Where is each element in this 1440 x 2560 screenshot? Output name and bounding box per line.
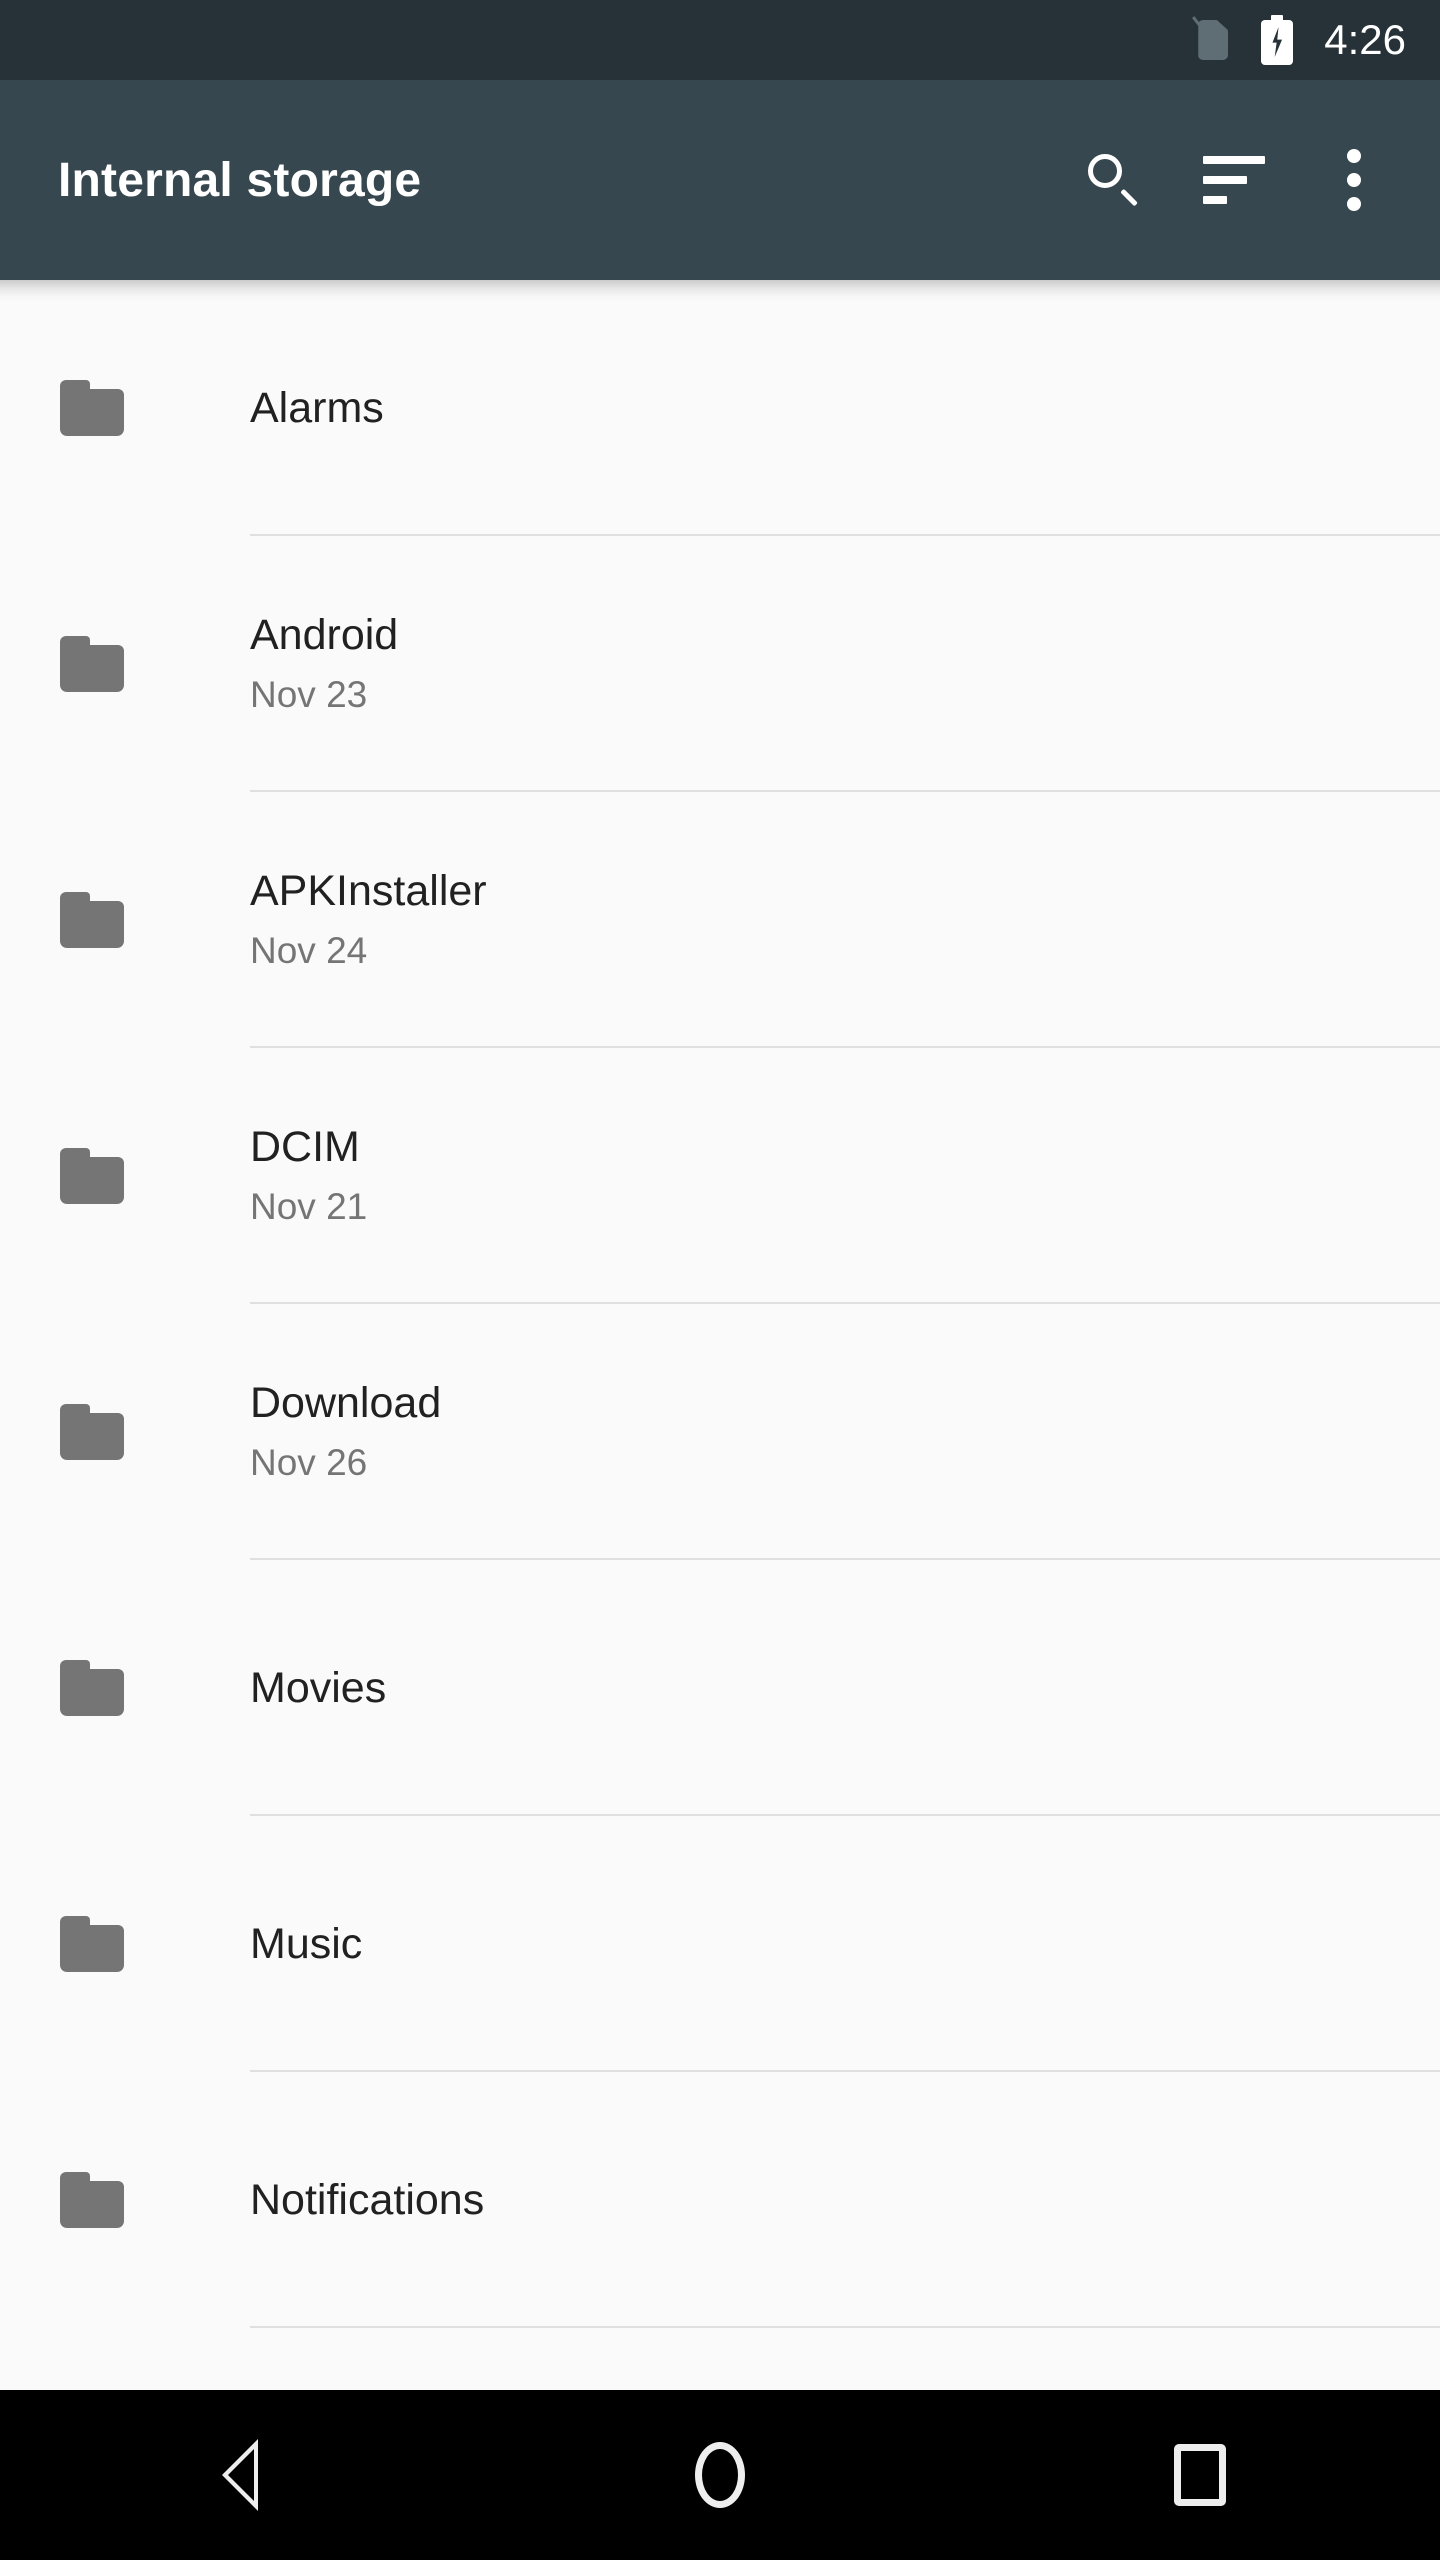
- list-item-icon-slot: [0, 636, 250, 692]
- list-item[interactable]: DCIM Nov 21: [0, 1048, 1440, 1304]
- nav-back-button[interactable]: [0, 2390, 480, 2560]
- android-file-manager-screen: 4:26 Internal storage Alarms Android Nov…: [0, 0, 1440, 2560]
- status-bar: 4:26: [0, 0, 1440, 80]
- status-bar-clock: 4:26: [1324, 16, 1406, 63]
- folder-icon: [60, 892, 124, 948]
- list-item-name: APKInstaller: [250, 867, 487, 916]
- list-item-icon-slot: [0, 892, 250, 948]
- back-triangle-icon: [222, 2439, 258, 2511]
- list-item-name: DCIM: [250, 1123, 360, 1172]
- list-item-text: Notifications: [250, 2175, 1440, 2224]
- no-sim-icon: [1192, 16, 1234, 64]
- app-bar-actions: [1054, 120, 1414, 240]
- navigation-bar: [0, 2390, 1440, 2560]
- list-item-text: Music: [250, 1919, 1440, 1968]
- list-item-name: Notifications: [250, 2175, 485, 2224]
- more-options-button[interactable]: [1294, 120, 1414, 240]
- page-title: Internal storage: [58, 153, 422, 207]
- list-item-name: Alarms: [250, 383, 384, 432]
- folder-icon: [60, 1660, 124, 1716]
- list-item-icon-slot: [0, 2172, 250, 2228]
- list-item-text: Android Nov 23: [250, 612, 1440, 715]
- sort-icon-bar-2: [1203, 176, 1247, 184]
- search-icon-handle: [1120, 188, 1138, 207]
- overflow-dot-1: [1347, 149, 1361, 163]
- folder-icon: [60, 2172, 124, 2228]
- search-icon-ring: [1088, 154, 1122, 188]
- folder-icon-body: [60, 2181, 124, 2228]
- folder-icon: [60, 380, 124, 436]
- file-list[interactable]: Alarms Android Nov 23 APKInstaller Nov 24 DCI…: [0, 280, 1440, 2390]
- overflow-dot-2: [1347, 173, 1361, 187]
- folder-icon-body: [60, 1157, 124, 1204]
- list-item-text: APKInstaller Nov 24: [250, 868, 1440, 971]
- list-item-modified: Nov 26: [250, 1441, 368, 1483]
- list-item-icon-slot: [0, 1660, 250, 1716]
- nav-recents-button[interactable]: [960, 2390, 1440, 2560]
- sort-icon-bar-1: [1203, 156, 1265, 164]
- list-item-text: Movies: [250, 1663, 1440, 1712]
- list-item-icon-slot: [0, 1148, 250, 1204]
- recents-square-icon: [1174, 2444, 1226, 2506]
- sort-icon-bar-3: [1203, 196, 1227, 204]
- list-item[interactable]: Android Nov 23: [0, 536, 1440, 792]
- folder-icon-body: [60, 901, 124, 948]
- sort-icon: [1203, 156, 1265, 204]
- list-item-name: Download: [250, 1379, 442, 1428]
- list-item-text: DCIM Nov 21: [250, 1124, 1440, 1227]
- list-item-modified: Nov 21: [250, 1185, 368, 1227]
- list-item-name: Music: [250, 1919, 363, 1968]
- list-item[interactable]: Movies: [0, 1560, 1440, 1816]
- folder-icon-body: [60, 1413, 124, 1460]
- folder-icon-body: [60, 1669, 124, 1716]
- folder-icon: [60, 1404, 124, 1460]
- list-item-divider: [250, 2326, 1440, 2328]
- folder-icon: [60, 1148, 124, 1204]
- nav-home-button[interactable]: [480, 2390, 960, 2560]
- list-item-text: Download Nov 26: [250, 1380, 1440, 1483]
- list-item-text: Alarms: [250, 383, 1440, 432]
- list-item[interactable]: Alarms: [0, 280, 1440, 536]
- folder-icon: [60, 1916, 124, 1972]
- list-item-icon-slot: [0, 1916, 250, 1972]
- search-button[interactable]: [1054, 120, 1174, 240]
- battery-charging-icon: [1260, 15, 1294, 65]
- folder-icon-body: [60, 389, 124, 436]
- list-item[interactable]: APKInstaller Nov 24: [0, 792, 1440, 1048]
- folder-icon-body: [60, 645, 124, 692]
- sort-button[interactable]: [1174, 120, 1294, 240]
- app-bar: Internal storage: [0, 80, 1440, 280]
- home-circle-icon: [695, 2442, 745, 2508]
- overflow-dot-3: [1347, 197, 1361, 211]
- list-item-name: Movies: [250, 1663, 387, 1712]
- overflow-menu-icon: [1347, 149, 1361, 211]
- list-item[interactable]: Music: [0, 1816, 1440, 2072]
- search-icon: [1086, 152, 1142, 208]
- list-item[interactable]: Download Nov 26: [0, 1304, 1440, 1560]
- folder-icon: [60, 636, 124, 692]
- folder-icon-body: [60, 1925, 124, 1972]
- status-bar-icons: 4:26: [1192, 15, 1406, 65]
- list-item-modified: Nov 24: [250, 929, 368, 971]
- list-item-icon-slot: [0, 380, 250, 436]
- list-item[interactable]: Notifications: [0, 2072, 1440, 2328]
- list-item-icon-slot: [0, 1404, 250, 1460]
- list-item-name: Android: [250, 611, 399, 660]
- list-item-modified: Nov 23: [250, 673, 368, 715]
